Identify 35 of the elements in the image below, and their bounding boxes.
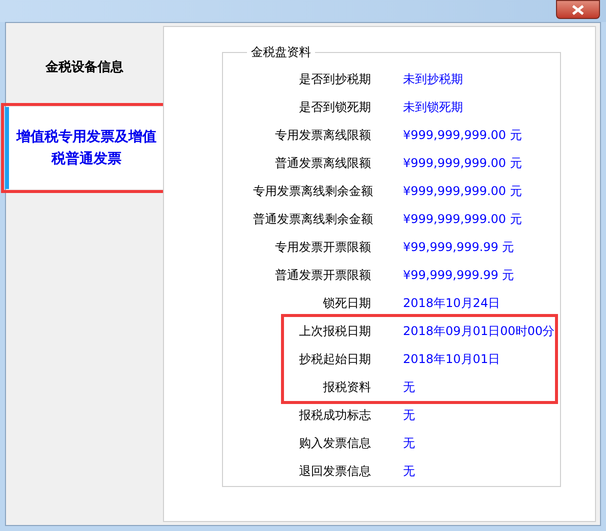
field-value: ¥99,999,999.99 元 (403, 267, 514, 284)
close-button[interactable] (556, 0, 600, 19)
field-value: ¥999,999,999.00 元 (403, 183, 522, 200)
close-icon (572, 4, 584, 14)
field-value: 无 (403, 379, 415, 396)
field-value: 2018年09月01日00时00分 (403, 323, 555, 340)
field-value: 无 (403, 435, 415, 452)
field-label: 锁死日期 (322, 295, 372, 312)
field-value: 无 (403, 463, 415, 480)
group-title: 金税盘资料 (250, 44, 312, 61)
field-value: ¥99,999,999.99 元 (403, 239, 514, 256)
field-label: 报税成功标志 (298, 407, 372, 424)
field-value: ¥999,999,999.00 元 (403, 211, 522, 228)
field-value: 2018年10月01日 (403, 351, 500, 368)
field-label: 退回发票信息 (298, 463, 372, 480)
field-value: 2018年10月24日 (403, 295, 500, 312)
sidebar-item[interactable]: 增值税专用发票及增值税普通发票 (5, 107, 164, 189)
field-value: 未到锁死期 (403, 99, 463, 116)
field-label: 购入发票信息 (298, 435, 372, 452)
field-label: 专用发票开票限额 (274, 239, 372, 256)
field-label: 普通发票离线限额 (274, 155, 372, 172)
field-label: 普通发票离线剩余金额 (253, 211, 374, 228)
field-label: 是否到抄税期 (298, 71, 372, 88)
field-value: ¥999,999,999.00 元 (403, 127, 522, 144)
field-value: 未到抄税期 (403, 71, 463, 88)
field-label: 普通发票开票限额 (274, 267, 372, 284)
field-value: 无 (403, 407, 415, 424)
field-label: 抄税起始日期 (298, 351, 372, 368)
field-label: 专用发票离线限额 (274, 127, 372, 144)
field-label: 报税资料 (322, 379, 372, 396)
field-label: 专用发票离线剩余金额 (253, 183, 374, 200)
field-value: ¥999,999,999.00 元 (403, 155, 522, 172)
sidebar-item[interactable]: 金税设备信息 (6, 53, 163, 83)
field-label: 上次报税日期 (298, 323, 372, 340)
field-label: 是否到锁死期 (298, 99, 372, 116)
